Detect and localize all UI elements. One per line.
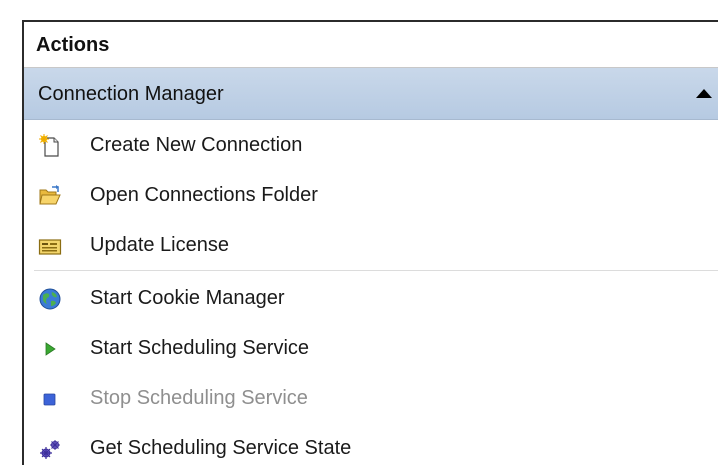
globe-icon [38,287,62,311]
connection-manager-section-header[interactable]: Connection Manager [24,68,718,120]
actions-list: Create New Connection Open Connections F… [24,120,718,465]
license-icon [38,234,62,258]
action-label: Create New Connection [90,134,303,156]
section-title: Connection Manager [38,83,224,105]
actions-panel: Actions Connection Manager Create New Co… [22,20,718,465]
action-label: Get Scheduling Service State [90,437,352,459]
get-scheduling-service-state-action[interactable]: Get Scheduling Service State [24,423,718,465]
actions-title: Actions [36,34,110,56]
gears-icon [38,437,62,461]
stop-scheduling-service-action[interactable]: Stop Scheduling Service [24,373,718,423]
play-icon [38,337,62,361]
start-scheduling-service-action[interactable]: Start Scheduling Service [24,323,718,373]
action-label: Open Connections Folder [90,184,318,206]
action-label: Stop Scheduling Service [90,387,308,409]
stop-icon [38,387,62,411]
open-connections-folder-action[interactable]: Open Connections Folder [24,170,718,220]
action-label: Start Cookie Manager [90,287,285,309]
triangle-up-icon[interactable] [696,89,712,98]
action-label: Start Scheduling Service [90,337,310,359]
actions-header: Actions [24,22,718,68]
update-license-action[interactable]: Update License [24,220,718,270]
folder-open-icon [38,184,62,208]
start-cookie-manager-action[interactable]: Start Cookie Manager [24,273,718,323]
action-label: Update License [90,234,229,256]
create-new-connection-action[interactable]: Create New Connection [24,120,718,170]
new-document-icon [38,134,62,158]
